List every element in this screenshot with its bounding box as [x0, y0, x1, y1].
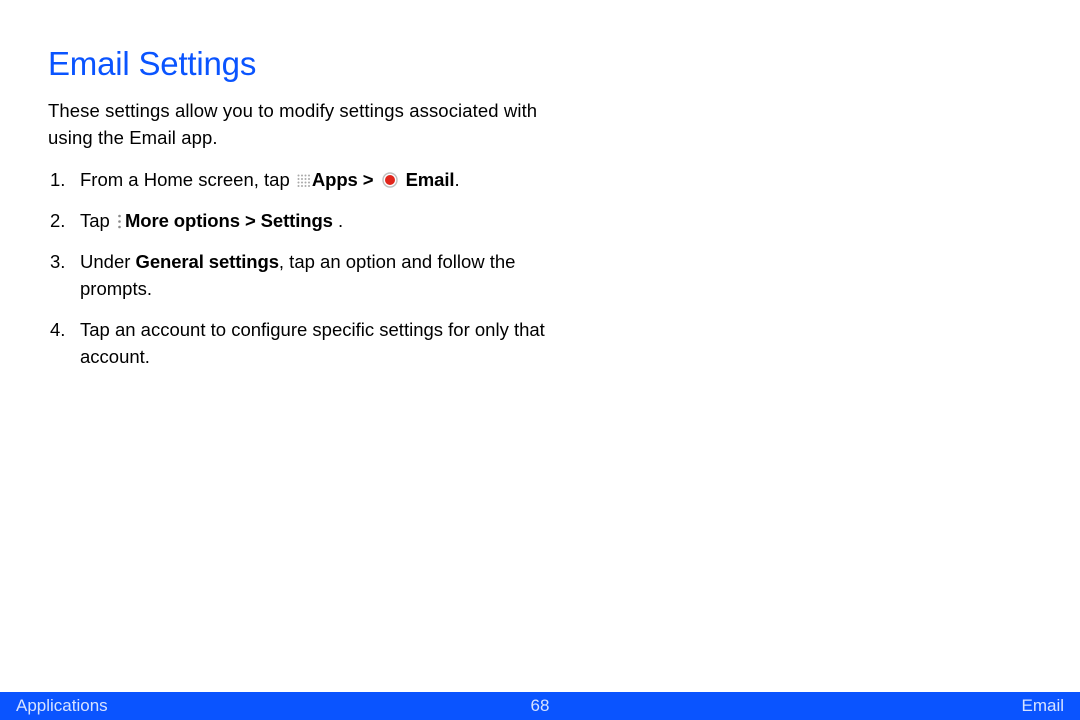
step-1: From a Home screen, tap Apps >: [80, 167, 572, 194]
page-footer: Applications 68 Email: [0, 692, 1080, 720]
step-3: Under General settings, tap an option an…: [80, 249, 572, 303]
footer-page-number: 68: [523, 696, 558, 716]
step-3-pre: Under: [80, 251, 136, 272]
intro-text: These settings allow you to modify setti…: [48, 98, 572, 152]
step-2-pre: Tap: [80, 210, 115, 231]
apps-label: Apps >: [312, 169, 379, 190]
page-title: Email Settings: [48, 40, 572, 88]
email-app-icon: [382, 169, 398, 185]
footer-topic: Email: [557, 696, 1064, 716]
apps-grid-icon: [297, 168, 310, 181]
step-2-end: .: [333, 210, 343, 231]
email-label: Email: [401, 169, 455, 190]
footer-section-title: Applications: [16, 696, 523, 716]
general-settings-label: General settings: [136, 251, 279, 272]
step-1-pre: From a Home screen, tap: [80, 169, 295, 190]
more-options-label: More options > Settings: [125, 210, 333, 231]
step-1-end: .: [454, 169, 459, 190]
more-options-icon: [116, 210, 123, 225]
step-2: Tap More options > Settings .: [80, 208, 572, 235]
step-4: Tap an account to configure specific set…: [80, 317, 572, 371]
